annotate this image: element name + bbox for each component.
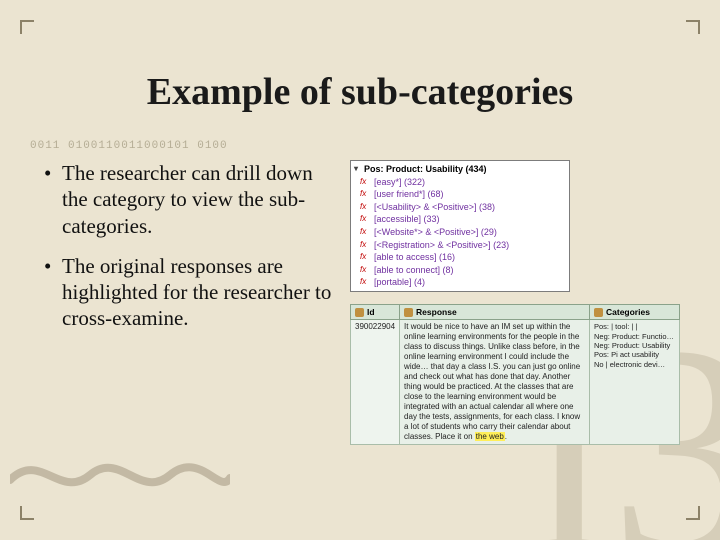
corner-bl <box>20 506 34 520</box>
doc-icon <box>404 308 413 317</box>
cell-response: It would be nice to have an IM set up wi… <box>400 320 590 445</box>
table-header-row: Id Response Categories <box>351 304 680 319</box>
content-area: The researcher can drill down the catego… <box>40 160 680 510</box>
tree-child: [able to access] (16) <box>354 251 566 264</box>
response-text-pre: It would be nice to have an IM set up wi… <box>404 322 580 441</box>
cell-id: 390022904 <box>351 320 400 445</box>
slide: 13 0011 0100110011000101 0100 Example of… <box>0 0 720 540</box>
col-categories: Categories <box>590 304 680 319</box>
tree-child: [accessible] (33) <box>354 213 566 226</box>
key-icon <box>355 308 364 317</box>
bullet-item: The original responses are highlighted f… <box>40 253 336 332</box>
tree-parent: Pos: Product: Usability (434) <box>354 163 566 176</box>
bullet-item: The researcher can drill down the catego… <box>40 160 336 239</box>
col-response-label: Response <box>416 307 457 317</box>
cell-categories: Pos: | tool: | | Neg: Product: Functio… … <box>590 320 680 445</box>
response-table: Id Response Categories 390022904 It woul… <box>350 304 680 445</box>
tree-child: [portable] (4) <box>354 276 566 289</box>
col-categories-label: Categories <box>606 307 650 317</box>
col-id: Id <box>351 304 400 319</box>
tree-child: [able to connect] (8) <box>354 264 566 277</box>
response-highlight: the web <box>475 432 505 441</box>
col-response: Response <box>400 304 590 319</box>
tree-child: [<Usability> & <Positive>] (38) <box>354 201 566 214</box>
tree-child: [user friend*] (68) <box>354 188 566 201</box>
corner-tl <box>20 20 34 34</box>
response-text-post: . <box>505 432 507 441</box>
tree-child: [<Website*> & <Positive>] (29) <box>354 226 566 239</box>
tag-icon <box>594 308 603 317</box>
screenshots-column: Pos: Product: Usability (434) [easy*] (3… <box>350 160 680 510</box>
bullet-list: The researcher can drill down the catego… <box>40 160 336 510</box>
slide-title: Example of sub-categories <box>0 70 720 114</box>
corner-tr <box>686 20 700 34</box>
tree-child: [<Registration> & <Positive>] (23) <box>354 239 566 252</box>
category-tree: Pos: Product: Usability (434) [easy*] (3… <box>350 160 570 292</box>
tree-child: [easy*] (322) <box>354 176 566 189</box>
col-id-label: Id <box>367 307 375 317</box>
corner-br <box>686 506 700 520</box>
binary-strip: 0011 0100110011000101 0100 <box>30 140 340 152</box>
table-row: 390022904 It would be nice to have an IM… <box>351 320 680 445</box>
